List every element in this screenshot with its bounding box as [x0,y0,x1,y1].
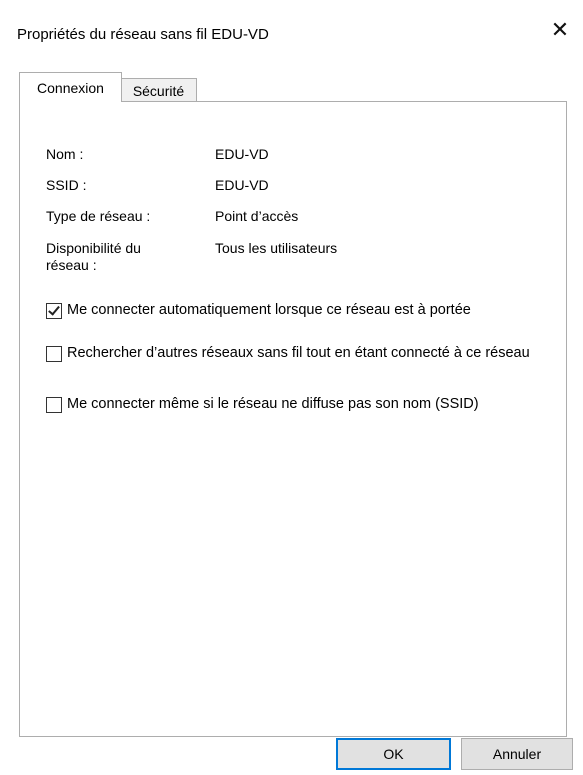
property-value: EDU-VD [215,146,269,162]
search-other-networks-checkbox[interactable] [46,346,62,362]
property-value: EDU-VD [215,177,269,193]
hidden-ssid-checkbox[interactable] [46,397,62,413]
window-title: Propriétés du réseau sans fil EDU-VD [17,26,269,43]
cancel-button[interactable]: Annuler [461,738,573,770]
hidden-ssid-label: Me connecter même si le réseau ne diffus… [67,396,479,412]
hidden-ssid-option[interactable]: Me connecter même si le réseau ne diffus… [46,396,557,413]
property-value: Tous les utilisateurs [215,240,338,256]
search-other-networks-option[interactable]: Rechercher d’autres réseaux sans fil tou… [46,345,557,362]
auto-connect-option[interactable]: Me connecter automatiquement lorsque ce … [46,302,557,319]
tab-connexion[interactable]: Connexion [19,72,122,102]
ok-button[interactable]: OK [336,738,451,770]
property-label: Nom : [46,146,84,162]
search-other-networks-label: Rechercher d’autres réseaux sans fil tou… [67,345,530,361]
property-label: Disponibilité du réseau : [46,240,141,273]
tab-securite[interactable]: Sécurité [120,78,197,103]
property-label: Type de réseau : [46,208,151,224]
connexion-panel: Nom : EDU-VD SSID : EDU-VD Type de résea… [19,101,567,737]
wireless-network-properties-dialog: Propriétés du réseau sans fil EDU-VD ✕ C… [0,0,583,775]
auto-connect-checkbox[interactable] [46,303,62,319]
property-label: SSID : [46,177,87,193]
property-value: Point d’accès [215,208,299,224]
close-icon[interactable]: ✕ [537,10,583,50]
auto-connect-label: Me connecter automatiquement lorsque ce … [67,302,471,318]
title-bar: Propriétés du réseau sans fil EDU-VD ✕ [0,0,583,70]
